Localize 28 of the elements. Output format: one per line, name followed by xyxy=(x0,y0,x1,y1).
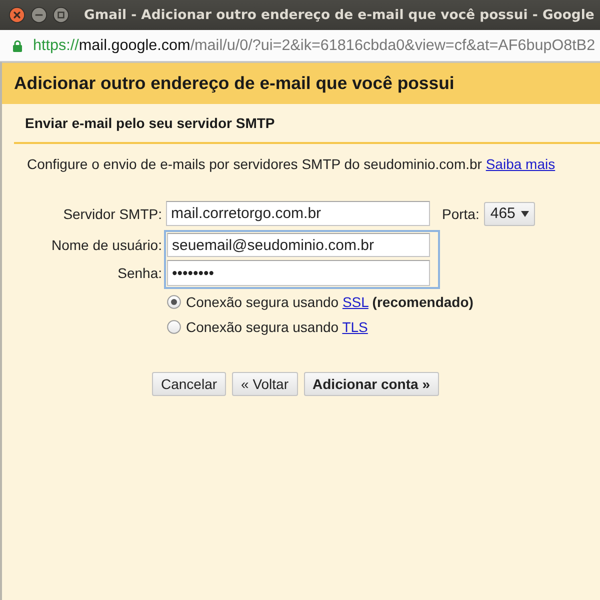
caret-icon xyxy=(521,210,530,216)
radio-button[interactable] xyxy=(167,294,181,308)
server-field[interactable]: mail.corretorgo.com.br xyxy=(166,201,430,226)
username-field[interactable]: seuemail@seudominio.com.br xyxy=(167,233,430,257)
learn-more-link[interactable]: Saiba mais xyxy=(486,156,556,172)
field-label: Servidor SMTP: xyxy=(63,206,162,222)
section-title: Enviar e-mail pelo seu servidor SMTP xyxy=(25,115,275,131)
port-select[interactable]: 465 xyxy=(484,202,536,226)
radio-label: Conexão segura usando TLS xyxy=(186,318,368,334)
close-icon[interactable] xyxy=(9,7,25,23)
add-account-button[interactable]: Adicionar conta » xyxy=(304,372,439,396)
protocol-link[interactable]: TLS xyxy=(342,318,368,334)
dialog-title: Adicionar outro endereço de e-mail que você possui xyxy=(14,73,454,94)
url-text[interactable]: https://mail.google.com/mail/u/0/?ui=2&ik=61816cbda0&view=cf&at=AF6bupO8tB2 xyxy=(33,36,596,54)
field-label: Nome de usuário: xyxy=(51,237,162,253)
protocol-link[interactable]: SSL xyxy=(342,294,368,310)
password-field[interactable]: •••••••• xyxy=(167,260,430,286)
description-text: Configure o envio de e-mails por servidores SMTP do seudominio.com.br Saiba mais xyxy=(27,155,556,173)
maximize-icon[interactable] xyxy=(53,7,69,23)
cancel-button[interactable]: Cancelar xyxy=(152,372,226,396)
window-title: Gmail - Adicionar outro endereço de e-mail que você possui - Google xyxy=(84,8,594,22)
radio-button[interactable] xyxy=(167,320,181,334)
minimize-icon[interactable] xyxy=(31,7,47,23)
field-label: Senha: xyxy=(118,265,162,281)
lock-icon xyxy=(13,40,22,52)
radio-label: Conexão segura usando SSL (recomendado) xyxy=(186,294,474,310)
back-button[interactable]: « Voltar xyxy=(232,372,298,396)
field-label: Porta: xyxy=(442,206,480,222)
